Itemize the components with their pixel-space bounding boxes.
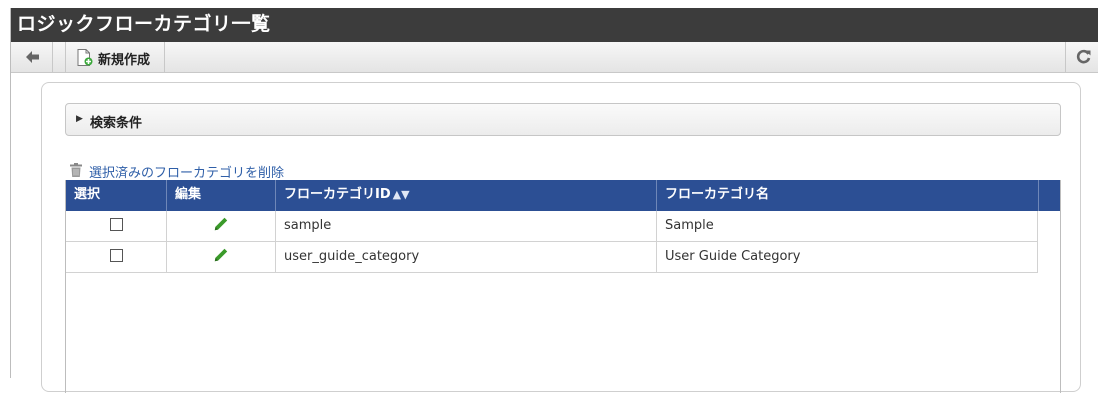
row-checkbox[interactable]	[109, 218, 123, 231]
category-name-cell: Sample	[657, 211, 1038, 241]
header-edit-label: 編集	[175, 187, 202, 202]
search-conditions-toggle[interactable]: ▶ 検索条件	[65, 103, 1061, 136]
table-row: user_guide_category User Guide Category	[66, 242, 1038, 273]
table-row: sample Sample	[66, 211, 1038, 242]
content-panel: ▶ 検索条件 選択済みのフローカテゴリを削除 選択 編集 フローカテゴリID ▲…	[41, 82, 1081, 393]
refresh-button[interactable]	[1065, 42, 1098, 72]
header-category-name-label: フローカテゴリ名	[665, 187, 770, 202]
search-conditions-label: 検索条件	[90, 116, 143, 131]
pencil-icon[interactable]	[214, 217, 228, 231]
new-create-button[interactable]: 新規作成	[65, 42, 165, 72]
header-category-id-label: フローカテゴリID	[284, 187, 391, 202]
category-table: 選択 編集 フローカテゴリID ▲▼ フローカテゴリ名 sample Sampl…	[65, 180, 1061, 393]
category-id-cell: sample	[276, 211, 657, 241]
new-create-label: 新規作成	[98, 53, 151, 68]
header-category-id[interactable]: フローカテゴリID ▲▼	[276, 180, 657, 211]
header-category-name: フローカテゴリ名	[657, 180, 1039, 211]
app-frame: ロジックフローカテゴリ一覧 新規作成 ▶ 検索条件 選択済みのフローカテゴリを削…	[10, 8, 1098, 393]
header-edit: 編集	[167, 180, 276, 211]
delete-selected-label: 選択済みのフローカテゴリを削除	[89, 166, 285, 181]
sort-icon[interactable]: ▲▼	[393, 188, 410, 201]
page-title: ロジックフローカテゴリ一覧	[11, 8, 1098, 42]
back-button[interactable]	[11, 42, 53, 72]
new-document-icon	[77, 49, 93, 66]
header-scroll-spacer	[1039, 180, 1060, 211]
select-cell	[66, 242, 167, 272]
pencil-icon[interactable]	[214, 248, 228, 262]
edit-cell	[167, 211, 276, 241]
edit-cell	[167, 242, 276, 272]
toolbar: 新規作成	[11, 42, 1098, 73]
arrow-left-icon	[26, 51, 39, 63]
category-name-cell: User Guide Category	[657, 242, 1038, 272]
trash-icon	[70, 163, 82, 177]
refresh-icon	[1076, 49, 1091, 64]
select-cell	[66, 211, 167, 241]
row-checkbox[interactable]	[109, 249, 123, 262]
table-header: 選択 編集 フローカテゴリID ▲▼ フローカテゴリ名	[66, 180, 1060, 211]
header-select: 選択	[66, 180, 167, 211]
triangle-right-icon: ▶	[76, 114, 83, 124]
category-id-cell: user_guide_category	[276, 242, 657, 272]
header-select-label: 選択	[74, 187, 101, 202]
